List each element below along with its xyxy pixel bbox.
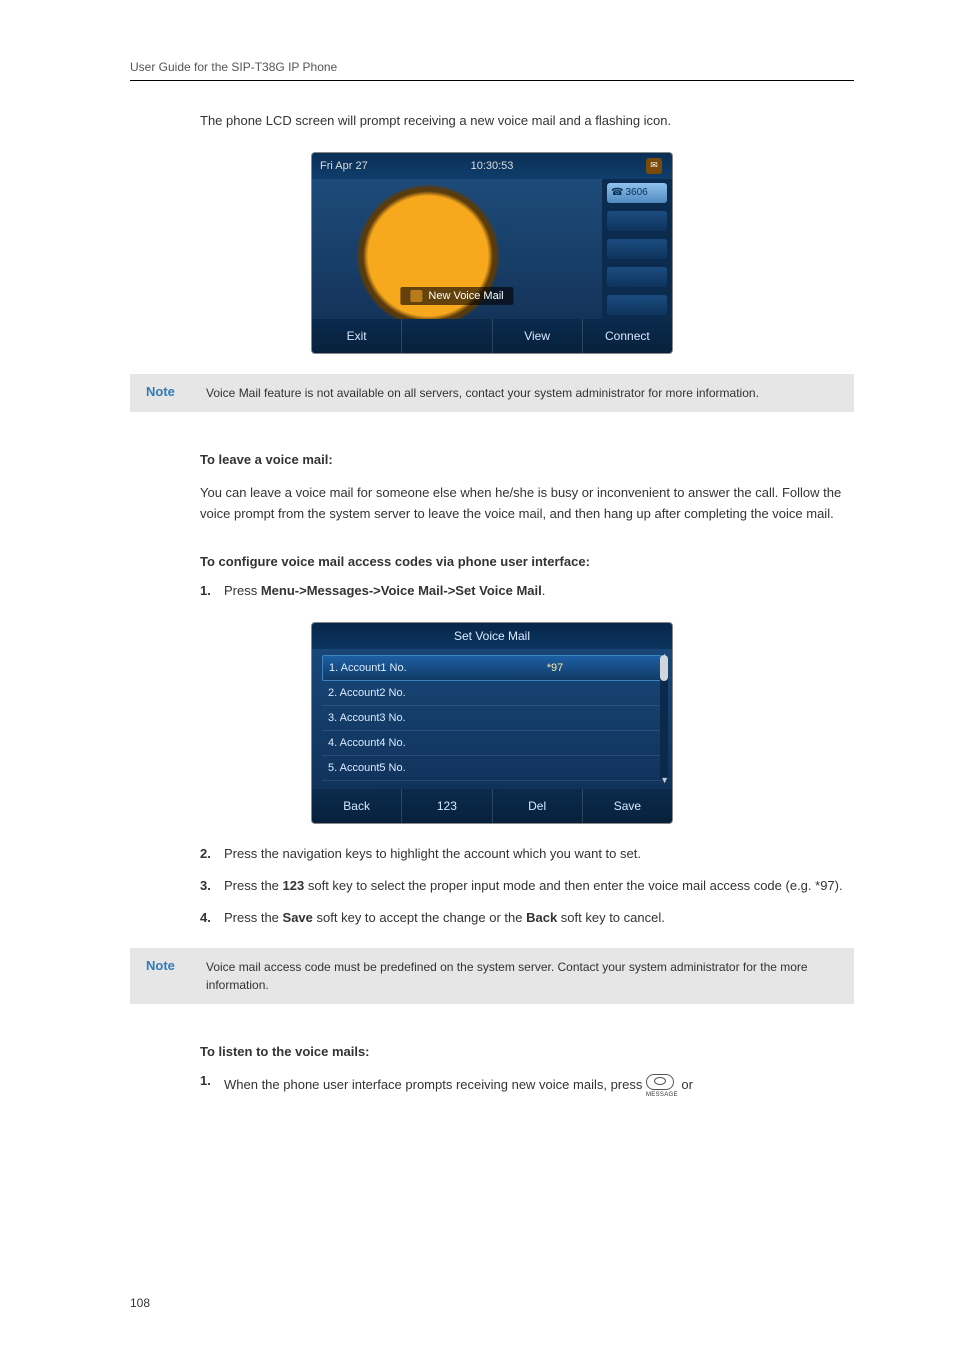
softkey-back[interactable]: Back xyxy=(312,789,402,823)
scroll-down-arrow[interactable]: ▼ xyxy=(660,775,669,785)
note-label: Note xyxy=(146,384,206,402)
note-text: Voice Mail feature is not available on a… xyxy=(206,384,759,402)
lcd-wallpaper: New Voice Mail xyxy=(312,179,602,319)
softkey-connect[interactable]: Connect xyxy=(583,319,672,353)
note-box-access-code: Note Voice mail access code must be pred… xyxy=(130,948,854,1004)
note-label: Note xyxy=(146,958,206,994)
page-header: User Guide for the SIP-T38G IP Phone xyxy=(130,60,854,81)
step-1: 1. Press Menu->Messages->Voice Mail->Set… xyxy=(200,581,854,601)
account5-row[interactable]: 5. Account5 No. xyxy=(322,756,662,781)
scrollbar-thumb[interactable] xyxy=(660,655,668,681)
softkey-save[interactable]: Save xyxy=(583,789,672,823)
step-3: 3. Press the 123 soft key to select the … xyxy=(200,876,854,896)
heading-leave-voicemail: To leave a voice mail: xyxy=(200,452,854,467)
listen-step-1: 1. When the phone user interface prompts… xyxy=(200,1071,854,1100)
leave-paragraph: You can leave a voice mail for someone e… xyxy=(200,483,854,525)
account-list: 1. Account1 No. *97 2. Account2 No. 3. A… xyxy=(312,649,672,787)
heading-listen: To listen to the voice mails: xyxy=(200,1044,854,1059)
step-2: 2. Press the navigation keys to highligh… xyxy=(200,844,854,864)
message-key-icon: MESSAGE xyxy=(646,1071,678,1100)
softkey-input-mode[interactable]: 123 xyxy=(402,789,492,823)
line-key-empty[interactable] xyxy=(607,211,667,231)
phone-screenshot-voicemail-notification: Fri Apr 27 10:30:53 ✉ New Voice Mail ☎ 3… xyxy=(311,152,673,354)
intro-paragraph: The phone LCD screen will prompt receivi… xyxy=(200,111,854,132)
line-key-empty[interactable] xyxy=(607,267,667,287)
account3-row[interactable]: 3. Account3 No. xyxy=(322,706,662,731)
account2-row[interactable]: 2. Account2 No. xyxy=(322,681,662,706)
voicemail-icon xyxy=(410,290,422,302)
banner-text: New Voice Mail xyxy=(428,290,503,302)
account4-row[interactable]: 4. Account4 No. xyxy=(322,731,662,756)
account1-row[interactable]: 1. Account1 No. *97 xyxy=(322,655,662,681)
heading-configure: To configure voice mail access codes via… xyxy=(200,554,854,569)
step-4: 4. Press the Save soft key to accept the… xyxy=(200,908,854,928)
line-key-account[interactable]: ☎ 3606 xyxy=(607,183,667,203)
softkey-del[interactable]: Del xyxy=(493,789,583,823)
note-text: Voice mail access code must be predefine… xyxy=(206,958,838,994)
lcd-time: 10:30:53 xyxy=(471,160,514,172)
softkey-exit[interactable]: Exit xyxy=(312,319,402,353)
new-voicemail-banner: New Voice Mail xyxy=(400,287,513,305)
screen-title: Set Voice Mail xyxy=(312,623,672,649)
page-number: 108 xyxy=(130,1296,150,1310)
line-key-empty[interactable] xyxy=(607,295,667,315)
line-key-empty[interactable] xyxy=(607,239,667,259)
softkey-view[interactable]: View xyxy=(493,319,583,353)
scrollbar[interactable] xyxy=(660,655,668,781)
softkey-blank xyxy=(402,319,492,353)
note-box-availability: Note Voice Mail feature is not available… xyxy=(130,374,854,412)
voicemail-status-icon: ✉ xyxy=(646,158,662,174)
line-key-sidebar: ☎ 3606 xyxy=(602,179,672,319)
phone-screenshot-set-voicemail: Set Voice Mail 1. Account1 No. *97 2. Ac… xyxy=(311,622,673,824)
